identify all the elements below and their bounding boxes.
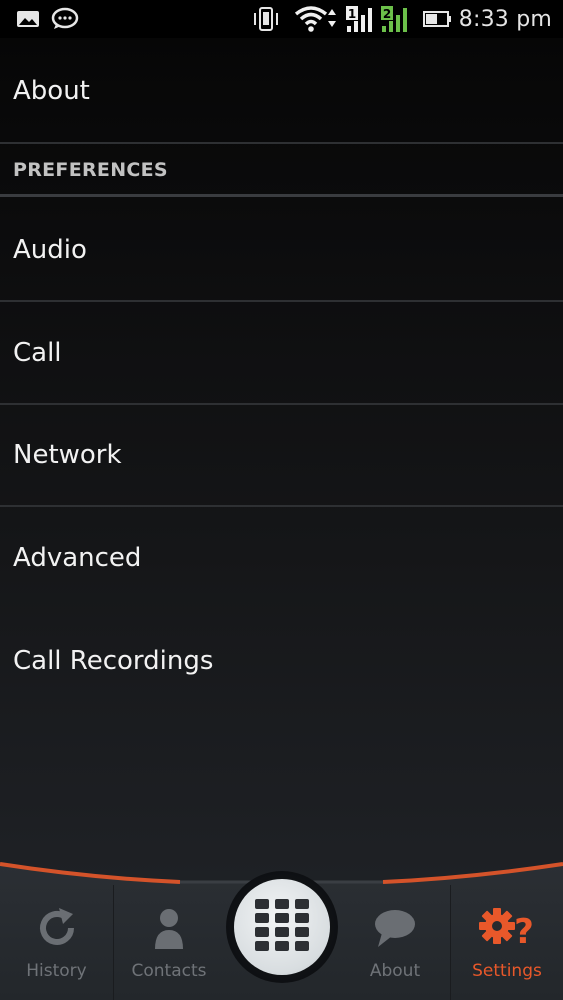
tab-about[interactable]: About — [340, 885, 450, 1000]
sim1-label: 1 — [348, 7, 356, 21]
settings-item-label: About — [13, 76, 90, 106]
signal-sim2-icon: 2 — [380, 0, 412, 38]
sim2-label: 2 — [383, 7, 391, 21]
settings-item-call-recordings[interactable]: Call Recordings — [0, 610, 563, 712]
dialpad-button[interactable] — [226, 871, 338, 983]
settings-screen: 1 2 8:33 pm About PREFERENCES Audio Call… — [0, 0, 563, 1000]
settings-icon: ? — [478, 905, 536, 951]
preferences-header: PREFERENCES — [0, 144, 563, 196]
gallery-icon — [16, 0, 40, 38]
tab-label: About — [369, 961, 421, 981]
tab-settings[interactable]: ? Settings — [451, 885, 563, 1000]
tab-label: Settings — [472, 961, 542, 981]
tab-label: History — [26, 961, 87, 981]
svg-text:?: ? — [514, 912, 534, 951]
settings-item-network[interactable]: Network — [0, 405, 563, 505]
settings-item-label: Advanced — [13, 542, 142, 573]
status-time: 8:33 pm — [458, 6, 552, 32]
settings-item-call[interactable]: Call — [0, 302, 563, 403]
settings-item-label: Call — [13, 337, 62, 368]
bottom-nav: History Contacts About ? Settings — [0, 855, 563, 1000]
settings-item-label: Call Recordings — [13, 646, 214, 676]
settings-item-about[interactable]: About — [0, 40, 563, 142]
divider — [0, 194, 563, 197]
wifi-icon — [294, 0, 342, 38]
signal-sim1-icon: 1 — [345, 0, 377, 38]
tab-contacts[interactable]: Contacts — [114, 885, 224, 1000]
chat-icon — [50, 0, 80, 38]
tab-label: Contacts — [131, 961, 207, 981]
settings-item-advanced[interactable]: Advanced — [0, 507, 563, 608]
status-bar: 1 2 8:33 pm — [0, 0, 563, 38]
preferences-header-label: PREFERENCES — [13, 159, 168, 181]
settings-item-audio[interactable]: Audio — [0, 199, 563, 300]
vibrate-icon — [251, 0, 281, 38]
settings-item-label: Network — [13, 440, 122, 470]
dialpad-icon — [252, 897, 312, 957]
about-icon — [372, 905, 418, 951]
dialpad-button-face — [234, 879, 330, 975]
history-icon — [34, 905, 80, 951]
tab-history[interactable]: History — [0, 885, 113, 1000]
contacts-icon — [149, 905, 189, 951]
settings-item-label: Audio — [13, 234, 87, 265]
battery-icon — [423, 0, 453, 38]
